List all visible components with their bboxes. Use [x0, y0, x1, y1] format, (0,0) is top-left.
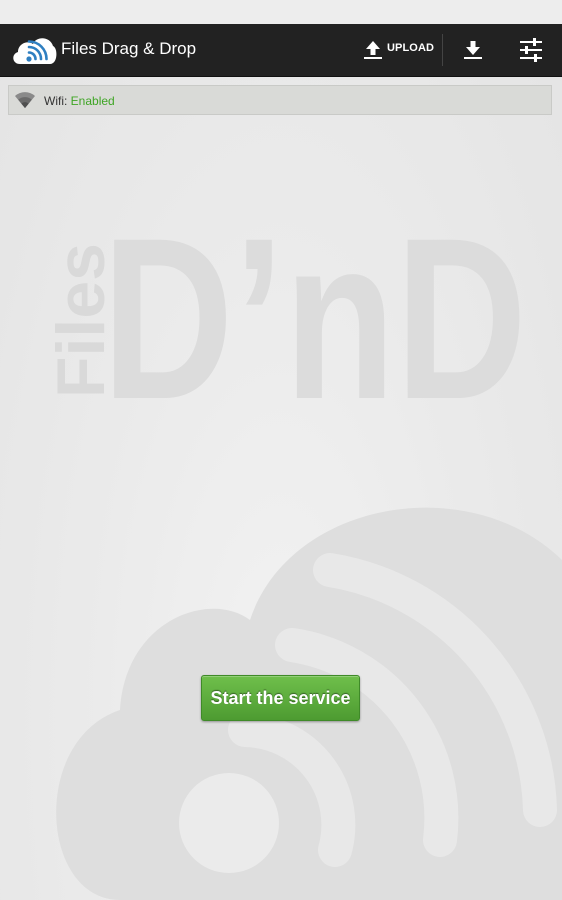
watermark-files-text: Files	[43, 243, 119, 398]
start-service-button[interactable]: Start the service	[201, 675, 360, 721]
action-bar: Files Drag & Drop UPLOAD	[0, 24, 562, 77]
sliders-icon	[520, 38, 542, 62]
status-bar	[0, 0, 562, 24]
wifi-status-bar: Wifi: Enabled	[8, 85, 552, 115]
settings-button[interactable]	[505, 24, 557, 76]
download-icon	[464, 41, 482, 59]
wifi-status-text: Wifi: Enabled	[44, 94, 115, 108]
wifi-label: Wifi:	[44, 94, 68, 108]
app-title: Files Drag & Drop	[61, 39, 197, 58]
wifi-icon	[15, 92, 35, 108]
download-button[interactable]	[447, 24, 499, 76]
action-bar-divider	[442, 34, 443, 66]
cloud-wifi-icon	[13, 38, 57, 64]
upload-button[interactable]: UPLOAD	[356, 24, 440, 76]
upload-icon	[364, 41, 382, 59]
background-watermark: Files D’nD	[43, 190, 562, 900]
watermark-dnd-text: D’nD	[102, 190, 527, 447]
wifi-status-value: Enabled	[70, 94, 115, 108]
upload-label: UPLOAD	[387, 42, 435, 54]
